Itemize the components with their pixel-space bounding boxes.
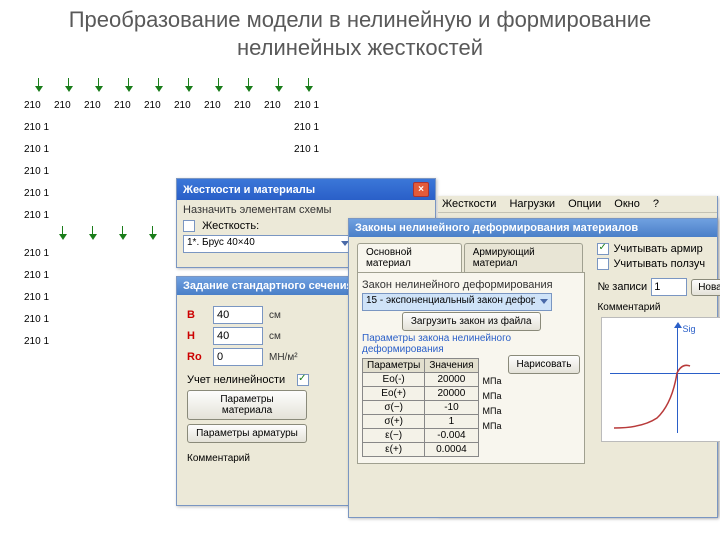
stiff-radio[interactable] bbox=[183, 220, 195, 232]
close-icon[interactable]: × bbox=[413, 182, 429, 197]
sig-eps-graph: Sig Eps bbox=[601, 317, 720, 442]
table-row: ε(−)-0.004 bbox=[363, 429, 479, 443]
tab-rebar-material[interactable]: Армирующий материал bbox=[464, 243, 584, 272]
params-group-label: Параметры закона нелинейного деформирова… bbox=[362, 333, 580, 355]
record-label: № записи bbox=[597, 281, 647, 293]
win-stiff-title: Жесткости и материалы bbox=[183, 184, 315, 196]
H-unit: см bbox=[269, 331, 281, 342]
rebar-params-button[interactable]: Параметры арматуры bbox=[187, 424, 307, 443]
table-row: σ(−)-10 bbox=[363, 401, 479, 415]
tab-main-material[interactable]: Основной материал bbox=[357, 243, 462, 272]
assign-label: Назначить элементам схемы bbox=[183, 204, 429, 216]
stiff-field-label: Жесткость: bbox=[202, 220, 259, 232]
law-combo[interactable]: 15 - экспоненциальный закон деформирован… bbox=[362, 293, 552, 311]
Ro-unit: МН/м² bbox=[269, 352, 298, 363]
menu-help[interactable]: ? bbox=[653, 198, 659, 210]
armir-label: Учитывать армир bbox=[613, 243, 702, 255]
laws-title: Законы нелинейного деформирования матери… bbox=[349, 219, 717, 237]
nonlin-label: Учет нелинейности bbox=[187, 374, 285, 386]
comment-label: Комментарий bbox=[187, 453, 365, 464]
params-table: ПараметрыЗначения Eo(-)20000 Eo(+)20000 … bbox=[362, 358, 479, 457]
Ro-input[interactable] bbox=[213, 348, 263, 366]
new-record-button[interactable]: Новая bbox=[691, 279, 720, 296]
Ro-label: Ro bbox=[187, 351, 213, 363]
draw-button[interactable]: Нарисовать bbox=[508, 355, 581, 374]
B-input[interactable] bbox=[213, 306, 263, 324]
menu-loads[interactable]: Нагрузки bbox=[509, 198, 555, 210]
nonlin-checkbox[interactable] bbox=[297, 374, 309, 386]
slide-title: Преобразование модели в нелинейную и фор… bbox=[0, 0, 720, 63]
menu-window[interactable]: Окно bbox=[614, 198, 640, 210]
B-label: B bbox=[187, 309, 213, 321]
table-row: Eo(+)20000 bbox=[363, 387, 479, 401]
table-row: σ(+)1 bbox=[363, 415, 479, 429]
menubar: Жесткости Нагрузки Опции Окно ? bbox=[438, 196, 717, 213]
armir-checkbox[interactable] bbox=[597, 243, 609, 255]
H-label: H bbox=[187, 330, 213, 342]
laws-comment-label: Комментарий bbox=[597, 302, 720, 313]
stiffness-combo[interactable]: 1*. Брус 40×40 bbox=[183, 235, 353, 253]
H-input[interactable] bbox=[213, 327, 263, 345]
table-row: ε(+)0.0004 bbox=[363, 443, 479, 457]
menu-stiff[interactable]: Жесткости bbox=[442, 198, 496, 210]
menu-options[interactable]: Опции bbox=[568, 198, 601, 210]
B-unit: см bbox=[269, 310, 281, 321]
creep-label: Учитывать ползуч bbox=[613, 258, 705, 270]
load-law-button[interactable]: Загрузить закон из файла bbox=[402, 312, 541, 331]
material-params-button[interactable]: Параметры материала bbox=[187, 390, 307, 420]
window-nonlinear-laws: Законы нелинейного деформирования матери… bbox=[348, 218, 718, 518]
material-tabs: Основной материал Армирующий материал bbox=[357, 243, 585, 273]
creep-checkbox[interactable] bbox=[597, 258, 609, 270]
table-row: Eo(-)20000 bbox=[363, 373, 479, 387]
material-curve bbox=[602, 318, 720, 443]
law-group-label: Закон нелинейного деформирования bbox=[362, 279, 580, 291]
record-spin[interactable] bbox=[651, 278, 687, 296]
